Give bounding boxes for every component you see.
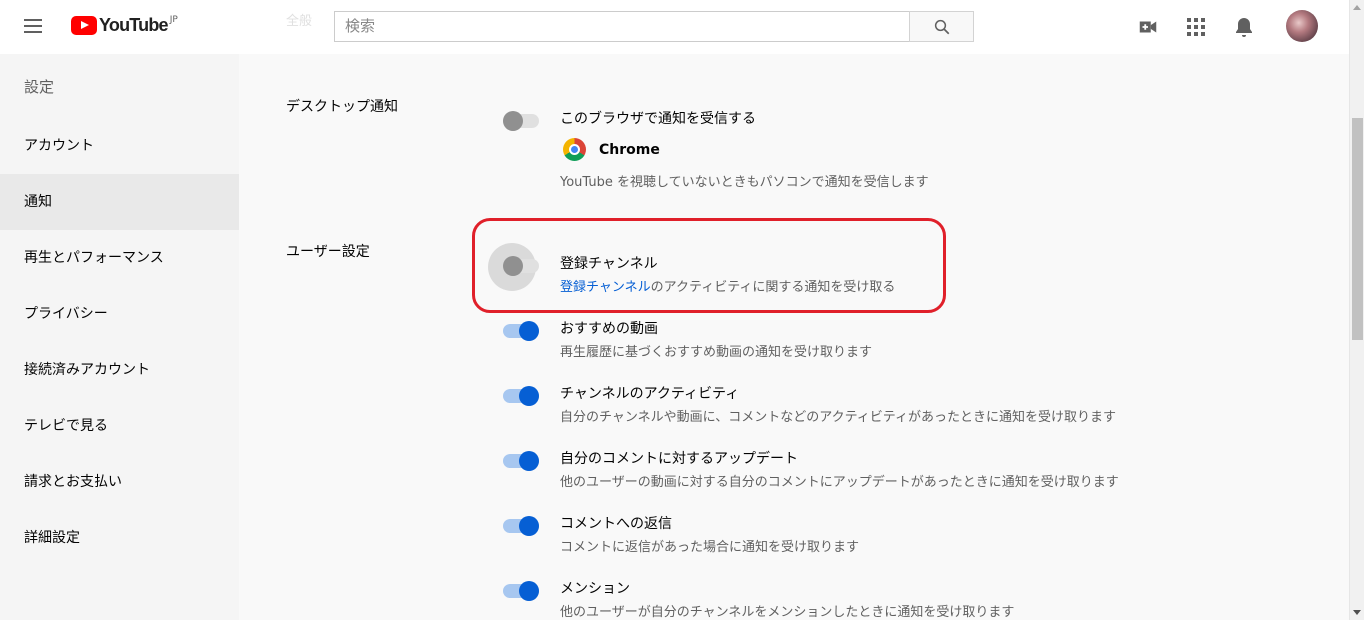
- youtube-play-icon: [71, 16, 97, 35]
- scrollbar-thumb[interactable]: [1352, 118, 1363, 340]
- browser-row: Chrome: [563, 138, 660, 161]
- sidebar-item-playback[interactable]: 再生とパフォーマンス: [0, 230, 239, 286]
- top-header: YouTube JP 検索: [0, 0, 1349, 54]
- highlight-annotation: [472, 218, 946, 313]
- mentions-title: メンション: [560, 581, 630, 597]
- recommended-videos-title: おすすめの動画: [560, 321, 658, 337]
- logo-text: YouTube: [99, 15, 169, 35]
- youtube-logo[interactable]: YouTube JP: [71, 14, 178, 38]
- browser-notifications-desc: YouTube を視聴していないときもパソコンで通知を受信します: [560, 175, 929, 190]
- notifications-bell-icon[interactable]: [1232, 15, 1256, 39]
- mentions-desc: 他のユーザーが自分のチャンネルをメンションしたときに通知を受け取ります: [560, 605, 1015, 620]
- browser-notifications-toggle[interactable]: [503, 111, 539, 131]
- ghost-section-title: 全般: [286, 14, 313, 29]
- apps-grid-icon[interactable]: [1184, 15, 1208, 39]
- channel-activity-toggle[interactable]: [503, 386, 539, 406]
- search-icon: [934, 19, 949, 34]
- page-scrollbar[interactable]: [1349, 0, 1364, 620]
- sidebar-item-notifications[interactable]: 通知: [0, 174, 239, 230]
- avatar[interactable]: [1286, 10, 1318, 42]
- menu-icon[interactable]: [24, 17, 44, 37]
- search-input[interactable]: 検索: [334, 11, 910, 42]
- scroll-down-arrow-icon[interactable]: [1353, 610, 1361, 615]
- desktop-notifications-label: デスクトップ通知: [286, 99, 398, 115]
- sidebar-item-account[interactable]: アカウント: [0, 118, 239, 174]
- upload-video-icon[interactable]: [1136, 15, 1160, 39]
- sidebar-item-watch-on-tv[interactable]: テレビで見る: [0, 398, 239, 454]
- recommended-videos-toggle[interactable]: [503, 321, 539, 341]
- sidebar-item-privacy[interactable]: プライバシー: [0, 286, 239, 342]
- comment-updates-title: 自分のコメントに対するアップデート: [560, 451, 798, 467]
- user-settings-label: ユーザー設定: [286, 244, 370, 260]
- mentions-toggle[interactable]: [503, 581, 539, 601]
- comment-replies-title: コメントへの返信: [560, 516, 672, 532]
- comment-updates-toggle[interactable]: [503, 451, 539, 471]
- browser-name: Chrome: [599, 141, 660, 158]
- settings-sidebar: 設定 アカウント 通知 再生とパフォーマンス プライバシー 接続済みアカウント …: [0, 54, 239, 620]
- comment-replies-desc: コメントに返信があった場合に通知を受け取ります: [560, 540, 860, 555]
- search-button[interactable]: [909, 11, 974, 42]
- logo-country: JP: [169, 15, 178, 25]
- sidebar-item-connected-apps[interactable]: 接続済みアカウント: [0, 342, 239, 398]
- scroll-up-arrow-icon[interactable]: [1353, 5, 1361, 10]
- channel-activity-title: チャンネルのアクティビティ: [560, 386, 740, 402]
- sidebar-title: 設定: [24, 78, 55, 96]
- browser-notifications-title: このブラウザで通知を受信する: [560, 111, 756, 127]
- comment-updates-desc: 他のユーザーの動画に対する自分のコメントにアップデートがあったときに通知を受け取…: [560, 475, 1119, 490]
- recommended-videos-desc: 再生履歴に基づくおすすめ動画の通知を受け取ります: [560, 345, 873, 360]
- sidebar-item-billing[interactable]: 請求とお支払い: [0, 454, 239, 510]
- channel-activity-desc: 自分のチャンネルや動画に、コメントなどのアクティビティがあったときに通知を受け取…: [560, 410, 1117, 425]
- chrome-icon: [563, 138, 586, 161]
- comment-replies-toggle[interactable]: [503, 516, 539, 536]
- sidebar-item-advanced[interactable]: 詳細設定: [0, 510, 239, 566]
